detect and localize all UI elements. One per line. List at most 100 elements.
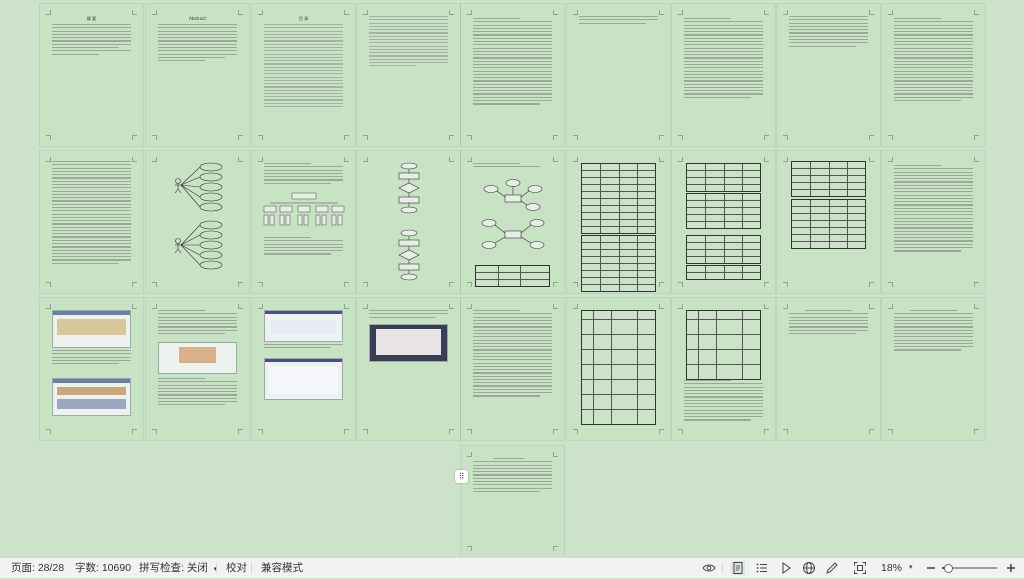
margin-mark <box>449 429 454 434</box>
text-block <box>473 310 552 399</box>
page-thumbnail[interactable] <box>672 4 775 146</box>
text-block <box>789 16 868 49</box>
page-thumbnail[interactable] <box>777 4 880 146</box>
page-thumbnail[interactable] <box>40 298 143 440</box>
page-thumbnail[interactable]: Abstract <box>146 4 249 146</box>
page-thumbnail[interactable] <box>357 298 460 440</box>
margin-mark <box>553 10 558 15</box>
page-thumbnail[interactable]: 摘 要 <box>40 4 143 146</box>
margin-mark <box>258 429 263 434</box>
screenshot-image <box>264 310 343 342</box>
page-view-icon[interactable] <box>731 561 745 575</box>
page-thumbnail[interactable] <box>146 151 249 293</box>
text-block <box>52 24 131 57</box>
page-thumbnail[interactable] <box>40 151 143 293</box>
page-thumbnail[interactable] <box>777 151 880 293</box>
page-grid-icon[interactable]: ⠿ <box>455 470 468 483</box>
margin-mark <box>238 135 243 140</box>
page-thumbnail[interactable] <box>882 151 985 293</box>
page-heading: Abstract <box>189 16 206 21</box>
page-thumbnail[interactable] <box>461 4 564 146</box>
margin-mark <box>449 10 454 15</box>
screenshot-image <box>369 324 448 362</box>
page-thumbnail[interactable] <box>146 298 249 440</box>
margin-mark <box>467 429 472 434</box>
page-thumbnail-current[interactable] <box>461 446 564 557</box>
margin-mark <box>764 10 769 15</box>
page-thumbnail[interactable] <box>672 298 775 440</box>
margin-mark <box>783 429 788 434</box>
margin-mark <box>553 452 558 457</box>
margin-mark <box>783 10 788 15</box>
margin-mark <box>573 157 578 162</box>
margin-mark <box>258 135 263 140</box>
margin-mark <box>152 135 157 140</box>
spell-check-toggle[interactable]: 拼写检查: 关闭 ▾ <box>139 558 217 578</box>
margin-mark <box>974 157 979 162</box>
margin-mark <box>467 452 472 457</box>
compat-mode-label[interactable]: 兼容模式 <box>261 558 303 578</box>
page-indicator[interactable]: 页面: 28/28 <box>11 558 64 578</box>
fit-window-icon[interactable] <box>853 561 867 575</box>
page-thumbnail[interactable] <box>461 298 564 440</box>
margin-mark <box>974 135 979 140</box>
margin-mark <box>152 282 157 287</box>
margin-mark <box>783 304 788 309</box>
play-icon[interactable] <box>779 561 793 575</box>
margin-mark <box>449 135 454 140</box>
margin-mark <box>678 304 683 309</box>
pen-icon[interactable] <box>825 561 839 575</box>
margin-mark <box>467 546 472 551</box>
screenshot-image <box>52 378 131 416</box>
margin-mark <box>132 157 137 162</box>
flowchart-diagram <box>398 162 420 281</box>
margin-mark <box>869 304 874 309</box>
page-thumbnail[interactable] <box>882 298 985 440</box>
zoom-slider[interactable] <box>942 564 997 573</box>
zoom-in-icon[interactable] <box>1004 561 1018 575</box>
proofread-button[interactable]: 校对 <box>226 558 247 578</box>
zoom-slider-handle[interactable] <box>943 564 953 573</box>
page-thumbnail[interactable] <box>882 4 985 146</box>
margin-mark <box>344 282 349 287</box>
spell-check-label: 拼写检查: 关闭 <box>139 562 208 574</box>
margin-mark <box>659 282 664 287</box>
text-block <box>369 310 448 320</box>
zoom-out-icon[interactable] <box>924 561 938 575</box>
page-thumbnail[interactable] <box>252 151 355 293</box>
page-thumbnail[interactable] <box>567 4 670 146</box>
margin-mark <box>238 304 243 309</box>
word-count[interactable]: 字数: 10690 <box>75 558 131 578</box>
document-workspace[interactable]: 摘 要 Abstract 目 录 ⠿ <box>0 0 1024 557</box>
eye-icon[interactable] <box>702 561 716 575</box>
text-block <box>894 18 973 103</box>
margin-mark <box>869 282 874 287</box>
web-layout-icon[interactable] <box>802 561 816 575</box>
margin-mark <box>363 135 368 140</box>
page-thumbnail[interactable] <box>357 151 460 293</box>
outline-view-icon[interactable] <box>755 561 769 575</box>
margin-mark <box>678 10 683 15</box>
margin-mark <box>553 546 558 551</box>
page-thumbnail[interactable] <box>461 151 564 293</box>
page-thumbnail[interactable] <box>672 151 775 293</box>
zoom-level[interactable]: 18% <box>881 558 902 578</box>
page-thumbnail[interactable] <box>252 298 355 440</box>
margin-mark <box>152 304 157 309</box>
margin-mark <box>974 429 979 434</box>
data-table <box>581 235 656 292</box>
page-thumbnail[interactable] <box>357 4 460 146</box>
margin-mark <box>678 282 683 287</box>
margin-mark <box>678 135 683 140</box>
margin-mark <box>573 304 578 309</box>
zoom-dropdown-icon[interactable]: ▾ <box>909 558 913 578</box>
page-thumbnail[interactable] <box>567 151 670 293</box>
page-thumbnail[interactable] <box>777 298 880 440</box>
page-thumbnail[interactable] <box>567 298 670 440</box>
page-thumbnail[interactable]: 目 录 <box>252 4 355 146</box>
margin-mark <box>869 429 874 434</box>
margin-mark <box>573 135 578 140</box>
margin-mark <box>363 10 368 15</box>
use-case-diagram <box>174 162 223 270</box>
margin-mark <box>258 282 263 287</box>
